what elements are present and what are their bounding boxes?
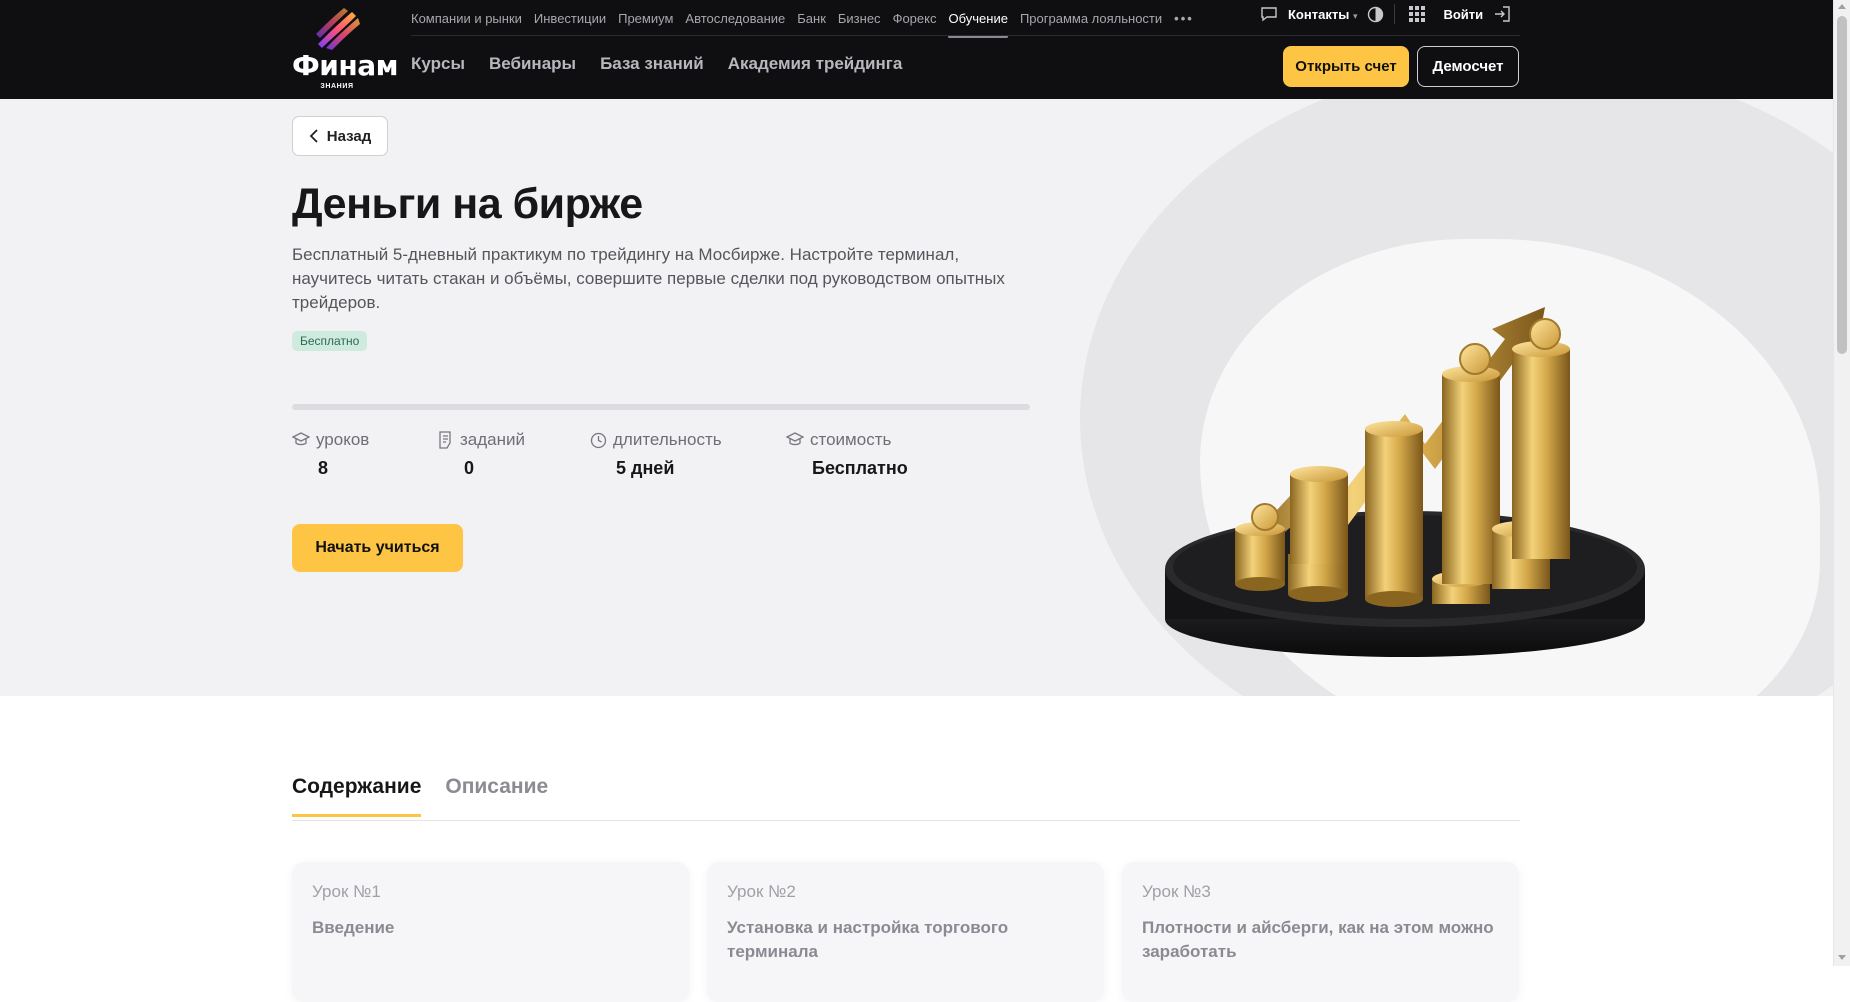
main-navigation: Курсы Вебинары База знаний Академия трей… (411, 54, 902, 74)
logo-subtitle: ЗНАНИЯ (320, 83, 354, 90)
stat-price: стоимость Бесплатно (786, 430, 908, 479)
scroll-down-arrow-icon[interactable] (1838, 955, 1846, 960)
demo-account-button[interactable]: Демосчет (1417, 46, 1519, 87)
start-learning-button[interactable]: Начать учиться (292, 524, 463, 572)
top-navigation: Компании и рынки Инвестиции Премиум Авто… (411, 0, 1194, 38)
stat-tasks-value: 0 (464, 458, 475, 478)
stat-lessons: уроков 8 (292, 430, 369, 479)
more-menu-icon[interactable]: ••• (1174, 5, 1194, 32)
tab-contents[interactable]: Содержание (292, 775, 422, 817)
contacts-link[interactable]: Контакты ▾ (1288, 7, 1357, 22)
header-utilities: Контакты ▾ Войти (1260, 0, 1511, 28)
back-button[interactable]: Назад (292, 116, 388, 156)
stat-lessons-value: 8 (318, 458, 329, 478)
clock-icon (590, 432, 607, 448)
chevron-down-icon: ▾ (1352, 10, 1358, 21)
task-list-icon (439, 431, 451, 449)
theme-toggle-icon[interactable] (1367, 6, 1384, 23)
topnav-item-forex[interactable]: Форекс (893, 5, 937, 32)
finam-logo-icon (316, 8, 360, 50)
stat-price-value: Бесплатно (812, 458, 908, 478)
back-button-label: Назад (326, 127, 372, 145)
topnav-item-autofollow[interactable]: Автоследование (685, 5, 785, 32)
lesson-card[interactable]: Урок №3 Плотности и айсберги, как на это… (1122, 862, 1519, 1002)
stat-duration-value: 5 дней (616, 458, 675, 478)
stat-price-label: стоимость (810, 430, 892, 449)
mainnav-item-knowledge-base[interactable]: База знаний (600, 54, 704, 74)
mainnav-item-trading-academy[interactable]: Академия трейдинга (728, 54, 903, 74)
stat-tasks: заданий 0 (438, 430, 525, 479)
mainnav-item-webinars[interactable]: Вебинары (489, 54, 576, 74)
topnav-item-premium[interactable]: Премиум (618, 5, 673, 32)
stat-lessons-label: уроков (316, 430, 370, 449)
lesson-card[interactable]: Урок №2 Установка и настройка торгового … (707, 862, 1104, 1002)
site-header: Финам ЗНАНИЯ Компании и рынки Инвестиции… (0, 0, 1833, 99)
course-title: Деньги на бирже (292, 180, 643, 228)
login-link[interactable]: Войти (1443, 7, 1483, 22)
contacts-label: Контакты (1288, 6, 1350, 22)
lesson-title: Плотности и айсберги, как на этом можно … (1142, 918, 1494, 961)
topnav-item-bank[interactable]: Банк (797, 5, 826, 32)
course-tabs: Содержание Описание (292, 775, 548, 817)
chevron-left-icon (309, 129, 318, 143)
stat-duration: длительность 5 дней (590, 430, 722, 479)
lesson-title: Установка и настройка торгового терминал… (727, 918, 1009, 961)
topnav-item-companies[interactable]: Компании и рынки (411, 5, 522, 32)
lesson-title: Введение (312, 918, 395, 937)
login-icon[interactable] (1493, 5, 1511, 23)
page-scrollbar[interactable] (1833, 0, 1850, 966)
logo-wordmark: Финам (292, 49, 399, 82)
course-description: Бесплатный 5-дневный практикум по трейди… (292, 245, 1005, 312)
header-separator (1394, 4, 1396, 24)
finam-logo[interactable]: Финам ЗНАНИЯ (292, 4, 399, 90)
lesson-number: Урок №2 (727, 882, 796, 901)
stat-duration-label: длительность (613, 430, 722, 449)
progress-divider (292, 404, 1030, 410)
price-badge: Бесплатно (292, 331, 368, 351)
scroll-up-arrow-icon[interactable] (1838, 4, 1846, 9)
scrollbar-thumb[interactable] (1837, 16, 1847, 354)
graduation-cap-icon (292, 432, 310, 446)
nav-divider (411, 35, 1520, 36)
topnav-item-business[interactable]: Бизнес (838, 5, 881, 32)
topnav-item-loyalty[interactable]: Программа лояльности (1020, 5, 1162, 32)
topnav-item-education[interactable]: Обучение (948, 5, 1009, 38)
tab-description[interactable]: Описание (445, 775, 548, 817)
chat-icon[interactable] (1260, 6, 1278, 22)
topnav-item-investments[interactable]: Инвестиции (534, 5, 606, 32)
lesson-number: Урок №3 (1142, 882, 1211, 901)
open-account-button[interactable]: Открыть счет (1283, 46, 1409, 87)
tabs-divider (292, 820, 1520, 821)
course-hero: Назад Деньги на бирже Бесплатный 5-дневн… (0, 99, 1833, 696)
mainnav-item-courses[interactable]: Курсы (411, 54, 465, 74)
apps-grid-icon[interactable] (1409, 6, 1426, 22)
graduation-cap-icon (786, 432, 804, 446)
lesson-list: Урок №1 Введение Урок №2 Установка и нас… (292, 862, 1519, 1002)
lesson-number: Урок №1 (312, 882, 381, 901)
lesson-card[interactable]: Урок №1 Введение (292, 862, 689, 1002)
coins-growth-illustration (1165, 307, 1645, 657)
stat-tasks-label: заданий (460, 430, 526, 449)
